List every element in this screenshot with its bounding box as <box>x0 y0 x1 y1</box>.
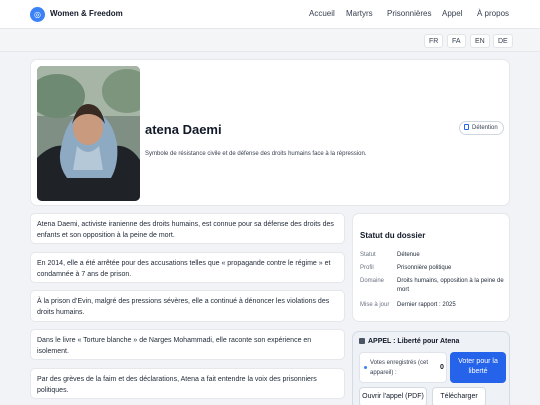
profile-photo <box>37 66 140 201</box>
status-label: Statut <box>360 252 376 258</box>
status-title: Statut du dossier <box>360 231 426 240</box>
votes-count: 0 <box>440 364 444 371</box>
votes-label: Votes enregistrés (cet appareil) : <box>370 360 429 376</box>
detention-badge: Détention <box>459 121 504 135</box>
nav-prisonnieres[interactable]: Prisonnières <box>387 9 431 18</box>
download-button[interactable]: Télécharger <box>432 387 486 405</box>
open-pdf-button[interactable]: Ouvrir l'appel (PDF) <box>359 387 427 405</box>
top-navbar: ◎ Women & Freedom Accueil Martyrs Prison… <box>0 0 540 29</box>
profile-card: atena Daemi Symbole de résistance civile… <box>30 59 510 206</box>
bio-paragraph: Dans le livre « Torture blanche » de Nar… <box>30 329 345 360</box>
status-value: Droits humains, opposition à la peine de… <box>397 278 504 293</box>
status-label: Mise à jour <box>360 302 390 308</box>
appeal-card: APPEL : Liberté pour Atena Votes enregis… <box>352 331 510 405</box>
status-dot-icon <box>364 366 367 369</box>
lang-fr-button[interactable]: FR <box>424 34 444 48</box>
bio-paragraph: Par des grèves de la faim et des déclara… <box>30 368 345 399</box>
bio-paragraph: Atena Daemi, activiste iranienne des dro… <box>30 213 345 244</box>
logo-icon[interactable]: ◎ <box>30 7 45 22</box>
nav-appel[interactable]: Appel <box>442 9 462 18</box>
lock-icon <box>464 124 469 130</box>
brand-name[interactable]: Women & Freedom <box>50 9 123 18</box>
case-status-card: Statut du dossier Statut Détenue Profil … <box>352 213 510 322</box>
appeal-title-text: APPEL : Liberté pour Atena <box>368 338 460 345</box>
status-value: Dernier rapport : 2025 <box>397 302 456 308</box>
appeal-title: APPEL : Liberté pour Atena <box>359 338 459 345</box>
nav-accueil[interactable]: Accueil <box>309 9 335 18</box>
lang-en-button[interactable]: EN <box>470 34 490 48</box>
badge-label: Détention <box>472 125 498 131</box>
vote-button[interactable]: Voter pour la liberté <box>450 352 506 383</box>
lang-de-button[interactable]: DE <box>493 34 513 48</box>
nav-martyrs[interactable]: Martyrs <box>346 9 373 18</box>
lang-fa-button[interactable]: FA <box>447 34 466 48</box>
votes-counter: Votes enregistrés (cet appareil) : 0 <box>359 352 447 383</box>
megaphone-icon <box>359 338 365 344</box>
status-value: Détenue <box>397 252 420 258</box>
nav-a-propos[interactable]: À propos <box>477 9 509 18</box>
profile-subtitle: Symbole de résistance civile et de défen… <box>145 151 367 157</box>
language-bar: FR FA EN DE <box>0 29 540 52</box>
status-label: Domaine <box>360 278 385 284</box>
profile-name: atena Daemi <box>145 122 222 137</box>
status-value: Prisonnière politique <box>397 265 452 271</box>
status-label: Profil <box>360 265 374 271</box>
bio-paragraph: En 2014, elle a été arrêtée pour des acc… <box>30 252 345 283</box>
bio-paragraph: À la prison d’Evin, malgré des pressions… <box>30 290 345 322</box>
